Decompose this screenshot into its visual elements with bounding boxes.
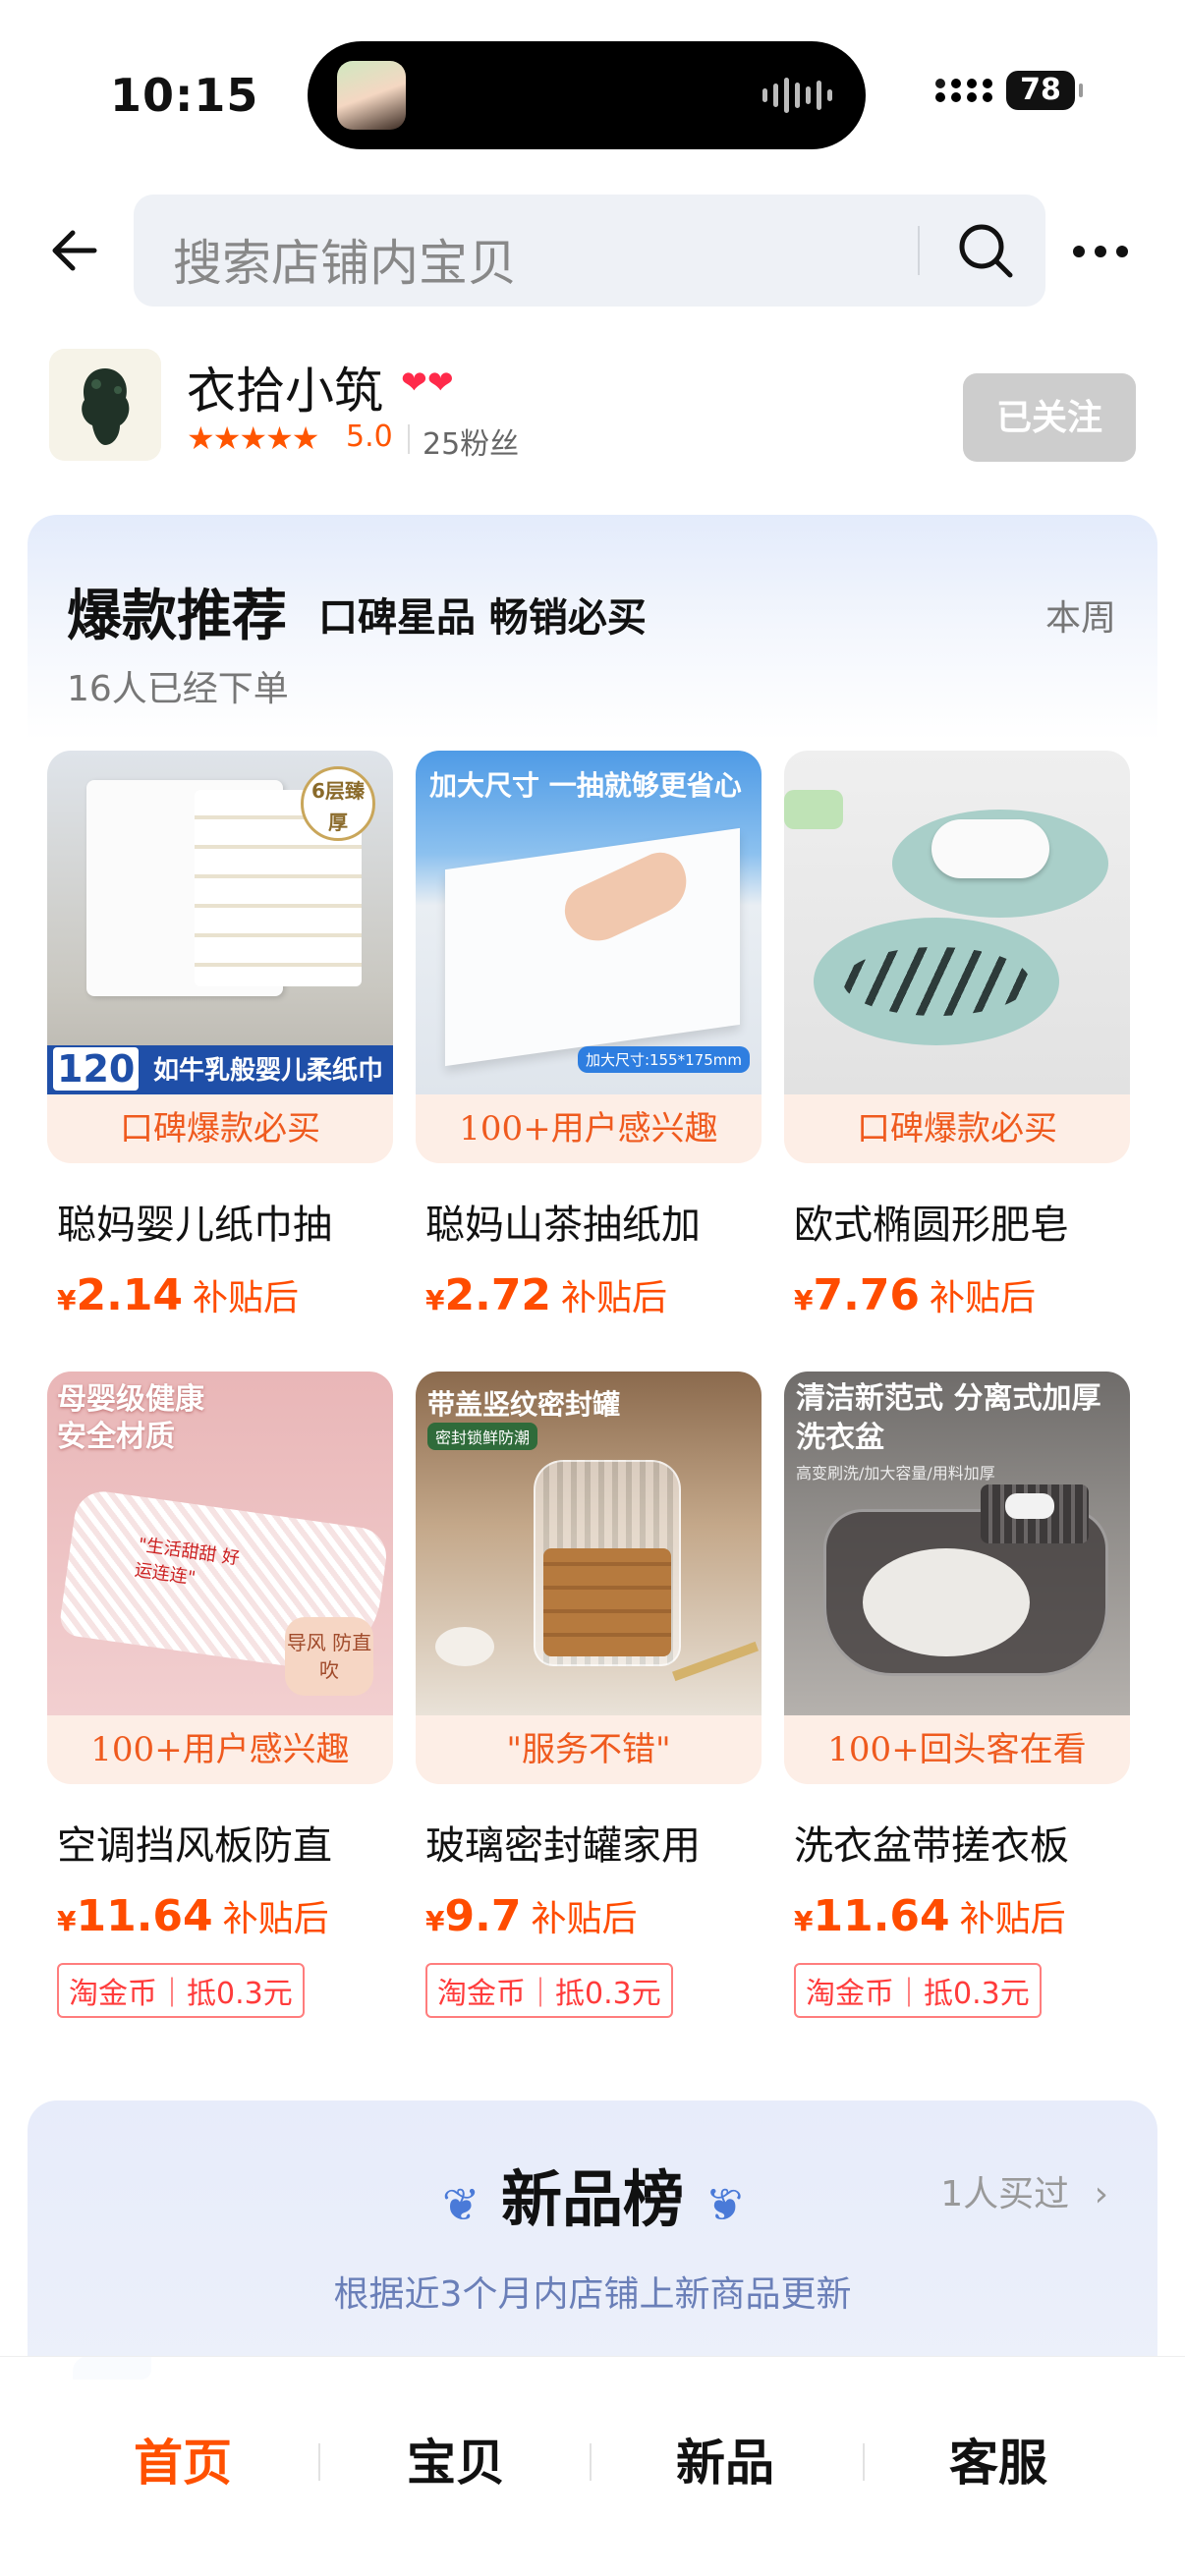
product-price: ¥7.76 补贴后 (794, 1270, 1037, 1320)
product-card[interactable]: 清洁新范式 分离式加厚洗衣盆 高变刷洗/加大容量/用料加厚 100+回头客在看 … (784, 1372, 1130, 2018)
section-subtitle: 口碑星品 畅销必买 (318, 595, 647, 641)
image-caption: 如牛乳般婴儿柔纸巾 (153, 1056, 384, 1086)
laurel-right-icon: ❦ (705, 2178, 744, 2231)
product-card[interactable]: 口碑爆款必买 欧式椭圆形肥皂 ¥7.76 补贴后 (784, 751, 1130, 1320)
product-name[interactable]: 空调挡风板防直 (47, 1814, 393, 1871)
tab-home[interactable]: 首页 (47, 2424, 318, 2494)
search-icon[interactable] (955, 220, 1016, 281)
image-badge: 6层臻厚 (301, 766, 375, 841)
more-options-icon[interactable] (1073, 232, 1142, 271)
bottom-tab-bar: 首页 宝贝 新品 客服 (0, 2356, 1185, 2576)
order-count: 16人已经下单 (67, 669, 289, 709)
follow-button[interactable]: 已关注 (963, 373, 1136, 462)
bought-count-link[interactable]: 1人买过 › (940, 2165, 1108, 2216)
image-badge: 加大尺寸:155*175mm (577, 1046, 750, 1073)
product-tag: 100+用户感兴趣 (416, 1094, 762, 1163)
taojinbi-coupon[interactable]: 淘金币｜抵0.3元 (57, 1963, 305, 2018)
product-price: ¥11.64 补贴后 (794, 1891, 1066, 1941)
product-tag: 口碑爆款必买 (47, 1094, 393, 1163)
tab-products[interactable]: 宝贝 (320, 2424, 592, 2494)
dynamic-island[interactable] (308, 41, 866, 149)
product-price: ¥9.7 补贴后 (425, 1891, 638, 1941)
product-image[interactable]: 母婴级健康 安全材质 "生活甜甜 好运连连" 导风 防直吹 (47, 1372, 393, 1715)
section-subtitle: 根据近3个月内店铺上新商品更新 (333, 2274, 852, 2315)
store-avatar[interactable] (49, 349, 161, 461)
hot-recommendation-section: 爆款推荐 口碑星品 畅销必买 本周 16人已经下单 6层臻厚 120 如牛乳般婴… (28, 515, 1157, 2063)
product-price: ¥11.64 补贴后 (57, 1891, 329, 1941)
battery-icon: 78 (1006, 71, 1083, 110)
period-label: 本周 (1044, 598, 1116, 639)
chevron-right-icon: › (1094, 2174, 1108, 2214)
product-image[interactable]: 清洁新范式 分离式加厚洗衣盆 高变刷洗/加大容量/用料加厚 (784, 1372, 1130, 1715)
rating-stars-icon: ★★★★★ (187, 420, 319, 457)
product-price: ¥2.72 补贴后 (425, 1270, 668, 1320)
store-level-hearts-icon: ❤❤ (401, 364, 454, 401)
product-name[interactable]: 聪妈山茶抽纸加 (416, 1193, 762, 1250)
product-image[interactable]: 6层臻厚 120 如牛乳般婴儿柔纸巾 (47, 751, 393, 1094)
section-title: 爆款推荐 (67, 585, 287, 648)
store-logo-icon (49, 349, 161, 461)
image-caption: 带盖竖纹密封罐 (427, 1388, 621, 1421)
status-time: 10:15 (110, 69, 259, 122)
store-rating: 5.0 (346, 420, 393, 454)
taojinbi-coupon[interactable]: 淘金币｜抵0.3元 (794, 1963, 1042, 2018)
image-badge: 高变刷洗/加大容量/用料加厚 (796, 1464, 995, 1483)
now-playing-artwork (337, 61, 406, 130)
laurel-left-icon: ❦ (441, 2178, 480, 2231)
status-bar: 10:15 78 (0, 0, 1185, 177)
signal-icon (935, 79, 992, 102)
tab-new-arrivals[interactable]: 新品 (590, 2424, 861, 2494)
image-badge: 密封锁鲜防潮 (427, 1423, 538, 1450)
product-card[interactable]: 6层臻厚 120 如牛乳般婴儿柔纸巾 口碑爆款必买 聪妈婴儿纸巾抽 ¥2.14 补… (47, 751, 393, 1320)
search-bar[interactable]: 搜索店铺内宝贝 (134, 195, 1045, 307)
image-caption: 清洁新范式 分离式加厚洗衣盆 (796, 1381, 1101, 1455)
image-caption: 母婴级健康 安全材质 (57, 1382, 204, 1454)
search-divider (918, 226, 920, 275)
image-count: 120 (53, 1047, 140, 1091)
product-card[interactable]: 母婴级健康 安全材质 "生活甜甜 好运连连" 导风 防直吹 100+用户感兴趣 … (47, 1372, 393, 2018)
product-name[interactable]: 欧式椭圆形肥皂 (784, 1193, 1130, 1250)
product-price: ¥2.14 补贴后 (57, 1270, 300, 1320)
image-badge: 导风 防直吹 (285, 1617, 373, 1696)
back-arrow-icon[interactable] (47, 221, 106, 280)
product-image[interactable] (784, 751, 1130, 1094)
store-name[interactable]: 衣拾小筑 (187, 352, 383, 422)
product-card[interactable]: 带盖竖纹密封罐 密封锁鲜防潮 "服务不错" 玻璃密封罐家用 ¥9.7 补贴后 淘金… (416, 1372, 762, 2018)
status-indicators: 78 (935, 71, 1083, 110)
product-image[interactable]: 加大尺寸 一抽就够更省心 加大尺寸:155*175mm (416, 751, 762, 1094)
tab-customer-service[interactable]: 客服 (863, 2424, 1134, 2494)
product-name[interactable]: 洗衣盆带搓衣板 (784, 1814, 1130, 1871)
product-image[interactable]: 带盖竖纹密封罐 密封锁鲜防潮 (416, 1372, 762, 1715)
image-caption: 加大尺寸 一抽就够更省心 (429, 769, 742, 802)
taojinbi-coupon[interactable]: 淘金币｜抵0.3元 (425, 1963, 673, 2018)
product-name[interactable]: 玻璃密封罐家用 (416, 1814, 762, 1871)
audio-wave-icon (762, 76, 832, 115)
divider (408, 424, 410, 454)
search-input[interactable]: 搜索店铺内宝贝 (173, 224, 517, 295)
product-tag: "服务不错" (416, 1715, 762, 1784)
product-tag: 100+回头客在看 (784, 1715, 1130, 1784)
product-card[interactable]: 加大尺寸 一抽就够更省心 加大尺寸:155*175mm 100+用户感兴趣 聪妈… (416, 751, 762, 1320)
product-tag: 100+用户感兴趣 (47, 1715, 393, 1784)
product-name[interactable]: 聪妈婴儿纸巾抽 (47, 1193, 393, 1250)
product-tag: 口碑爆款必买 (784, 1094, 1130, 1163)
store-fans: 25粉丝 (423, 427, 520, 462)
